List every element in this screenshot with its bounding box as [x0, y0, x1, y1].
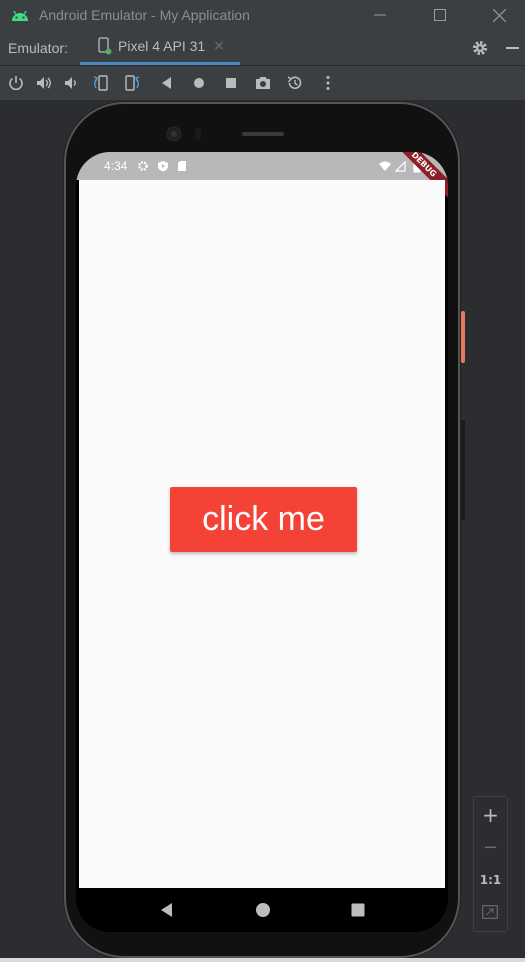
minimize-window-button[interactable] [358, 0, 402, 30]
zoom-out-button[interactable]: − [474, 837, 507, 858]
power-icon[interactable] [7, 74, 25, 92]
minimize-icon [374, 14, 386, 16]
zoom-actual-size-button[interactable]: 1:1 [474, 873, 507, 887]
back-icon[interactable] [158, 74, 176, 92]
rotate-right-icon[interactable] [124, 74, 142, 92]
click-me-button[interactable]: click me [170, 487, 357, 552]
status-bar: 4:34 DEBUG [76, 152, 448, 205]
overview-icon[interactable] [222, 74, 240, 92]
phone-icon [98, 37, 112, 55]
android-icon [12, 10, 28, 21]
signal-icon [395, 160, 406, 172]
title-bar: Android Emulator - My Application [0, 0, 525, 30]
volume-up-icon[interactable] [35, 74, 53, 92]
close-icon [492, 8, 506, 22]
device-display: 4:34 DEBUG click me [76, 152, 448, 932]
settings-status-icon [138, 161, 149, 171]
rotate-left-icon[interactable] [91, 74, 109, 92]
fit-screen-icon[interactable] [482, 905, 498, 919]
device-power-button[interactable] [461, 311, 465, 363]
gear-icon[interactable] [471, 39, 489, 57]
maximize-icon [434, 9, 446, 21]
tab-device-label: Pixel 4 API 31 [118, 38, 206, 54]
emulator-label: Emulator: [8, 40, 68, 56]
nav-recents-icon[interactable] [350, 902, 366, 918]
sd-card-icon [178, 161, 187, 171]
tab-close-icon[interactable]: × [213, 38, 225, 54]
close-window-button[interactable] [477, 0, 521, 30]
zoom-in-button[interactable]: + [474, 803, 507, 827]
screenshot-icon[interactable] [254, 74, 272, 92]
maximize-window-button[interactable] [418, 0, 462, 30]
nav-home-icon[interactable] [255, 902, 271, 918]
window-bottom-border [0, 958, 525, 962]
emulator-toolbar [0, 66, 525, 101]
nav-back-icon[interactable] [159, 902, 175, 918]
device-camera [166, 126, 284, 142]
home-icon[interactable] [190, 74, 208, 92]
more-icon[interactable] [319, 74, 337, 92]
hide-panel-button[interactable] [506, 47, 519, 49]
wifi-icon [379, 161, 391, 171]
tab-device[interactable]: Pixel 4 API 31 × [80, 30, 240, 65]
volume-down-icon[interactable] [62, 74, 80, 92]
device-nav-bar [76, 888, 448, 932]
app-screen: click me [79, 180, 445, 888]
snapshot-icon[interactable] [286, 74, 304, 92]
play-protect-icon [158, 161, 169, 172]
tab-row: Emulator: Pixel 4 API 31 × [0, 30, 525, 66]
device-volume-button[interactable] [461, 420, 465, 520]
window-title: Android Emulator - My Application [39, 7, 250, 23]
status-time: 4:34 [104, 159, 128, 173]
zoom-controls: + − 1:1 [473, 796, 508, 932]
